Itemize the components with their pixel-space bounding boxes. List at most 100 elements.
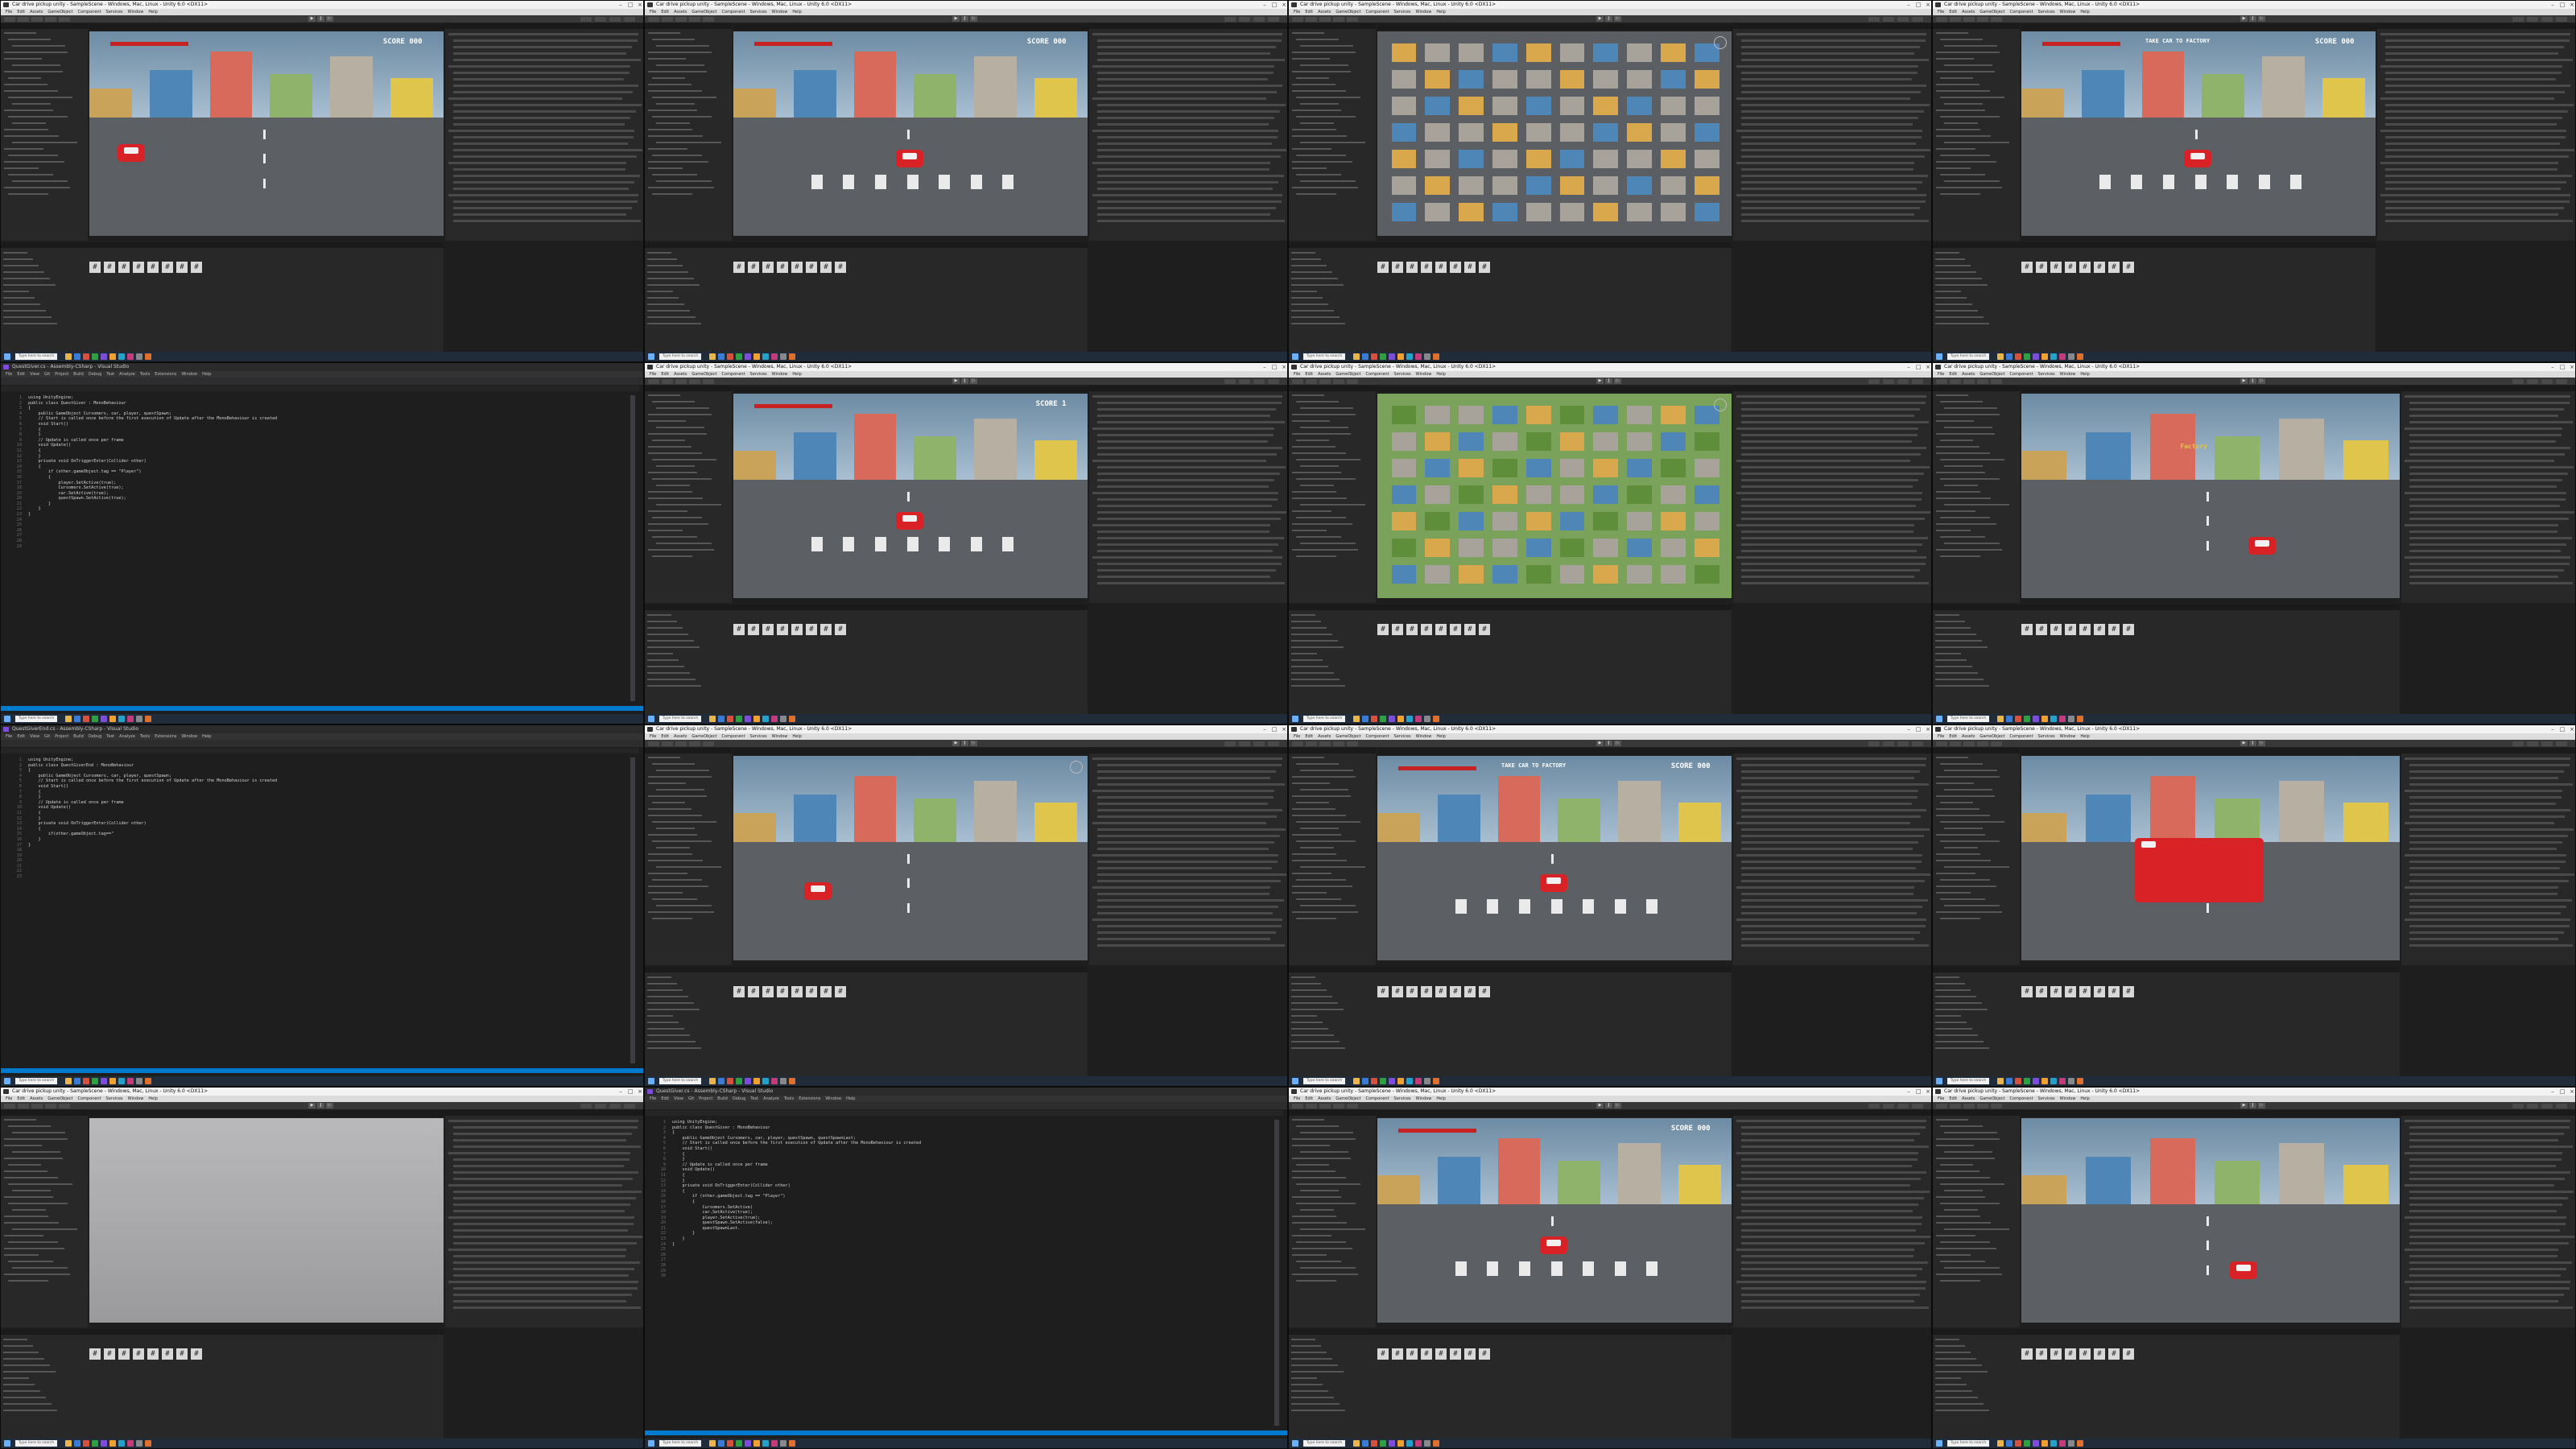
- hierarchy-item[interactable]: [1292, 834, 1341, 836]
- menu-item[interactable]: Test: [106, 734, 114, 739]
- menu-item[interactable]: Help: [2080, 1096, 2089, 1101]
- inspector-field[interactable]: [2405, 492, 2566, 494]
- inspector-field[interactable]: [1097, 796, 1274, 799]
- folder-item[interactable]: [1935, 666, 1972, 667]
- taskbar-app-icon[interactable]: [2077, 1078, 2083, 1084]
- hierarchy-item[interactable]: [1940, 1183, 2004, 1185]
- toolbar-button[interactable]: [2527, 16, 2538, 22]
- toolbar-button[interactable]: [1936, 378, 1947, 384]
- inspector-field[interactable]: [1097, 213, 1270, 216]
- inspector-field[interactable]: [2380, 97, 2554, 100]
- inspector-field[interactable]: [1741, 880, 1925, 882]
- inspector-field[interactable]: [2409, 408, 2564, 411]
- taskbar-app-icon[interactable]: [92, 1078, 98, 1084]
- inspector-field[interactable]: [2385, 78, 2556, 80]
- pause-icon[interactable]: ∥: [961, 378, 968, 384]
- inspector-field[interactable]: [1741, 582, 1929, 584]
- view-tabs[interactable]: [1377, 386, 1734, 392]
- folder-item[interactable]: [1291, 1339, 1315, 1340]
- toolbar-button[interactable]: [2527, 741, 2538, 746]
- hierarchy-item[interactable]: [1292, 52, 1356, 53]
- toolbar-button[interactable]: [2512, 1103, 2524, 1108]
- hierarchy-item[interactable]: [1936, 853, 1980, 855]
- inspector-field[interactable]: [1741, 415, 1914, 417]
- minimize-icon[interactable]: –: [1904, 363, 1913, 371]
- inspector-field[interactable]: [1741, 1146, 1929, 1148]
- hierarchy-item[interactable]: [1292, 1138, 1356, 1140]
- folder-item[interactable]: [3, 1384, 35, 1385]
- hierarchy-item[interactable]: [1944, 905, 2000, 906]
- menu-item[interactable]: File: [650, 372, 656, 377]
- taskbar-app-icon[interactable]: [2041, 716, 2048, 722]
- hierarchy-item[interactable]: [1292, 530, 1327, 531]
- inspector-field[interactable]: [1097, 485, 1269, 488]
- hierarchy-item[interactable]: [652, 763, 695, 765]
- hierarchy-item[interactable]: [1940, 1280, 1980, 1282]
- toolbar-button[interactable]: [2512, 378, 2524, 384]
- folder-item[interactable]: [1935, 1339, 1959, 1340]
- folder-item[interactable]: [3, 310, 46, 312]
- taskbar-app-icon[interactable]: [780, 353, 786, 360]
- folder-item[interactable]: [1935, 1371, 1988, 1373]
- taskbar-app-icon[interactable]: [1415, 1078, 1422, 1084]
- folder-item[interactable]: [1291, 265, 1327, 266]
- inspector-field[interactable]: [1741, 841, 1918, 844]
- taskbar-app-icon[interactable]: [1406, 716, 1413, 722]
- hierarchy-item[interactable]: [1940, 1261, 1985, 1262]
- inspector-field[interactable]: [2409, 1178, 2565, 1180]
- folder-item[interactable]: [3, 1377, 29, 1379]
- menu-item[interactable]: Analyze: [119, 734, 135, 739]
- inspector-field[interactable]: [2409, 1287, 2570, 1290]
- toolbar-button[interactable]: [662, 378, 673, 384]
- folder-item[interactable]: [647, 653, 673, 654]
- taskbar-app-icon[interactable]: [118, 353, 125, 360]
- windows-start-icon[interactable]: [648, 716, 654, 722]
- inspector-field[interactable]: [1092, 65, 1274, 68]
- folder-item[interactable]: [1935, 1041, 1984, 1042]
- folder-item[interactable]: [1935, 614, 1959, 616]
- toolbar-button[interactable]: [1224, 16, 1236, 22]
- toolbar-button[interactable]: [1333, 741, 1344, 746]
- hierarchy-item[interactable]: [1296, 1125, 1339, 1127]
- step-icon[interactable]: ▷: [2258, 741, 2265, 746]
- script-asset-icon[interactable]: #: [1450, 262, 1461, 273]
- play-icon[interactable]: ▶: [952, 741, 960, 746]
- inspector-field[interactable]: [2409, 1274, 2561, 1277]
- inspector-field[interactable]: [448, 162, 626, 164]
- menu-item[interactable]: Assets: [30, 10, 43, 14]
- inspector-field[interactable]: [1741, 1274, 1917, 1277]
- script-asset-icon[interactable]: #: [162, 262, 173, 273]
- folder-item[interactable]: [3, 278, 50, 279]
- hierarchy-item[interactable]: [1940, 77, 1973, 79]
- hierarchy-item[interactable]: [648, 148, 687, 150]
- menu-item[interactable]: Tools: [140, 734, 150, 739]
- inspector-field[interactable]: [2409, 815, 2565, 818]
- inspector-field[interactable]: [453, 117, 630, 119]
- inspector-field[interactable]: [1097, 576, 1270, 578]
- hierarchy-item[interactable]: [4, 1138, 68, 1140]
- taskbar-app-icon[interactable]: [762, 1078, 769, 1084]
- script-asset-icon[interactable]: #: [147, 262, 159, 273]
- folder-item[interactable]: [1291, 989, 1327, 991]
- hierarchy-item[interactable]: [1292, 510, 1331, 512]
- hierarchy-item[interactable]: [1300, 828, 1339, 829]
- inspector-field[interactable]: [1097, 899, 1284, 902]
- hierarchy-tab[interactable]: [1, 1110, 88, 1116]
- inspector-field[interactable]: [1741, 912, 1917, 914]
- taskbar-app-icon[interactable]: [109, 716, 116, 722]
- hierarchy-item[interactable]: [1936, 834, 1985, 836]
- hierarchy-item[interactable]: [1300, 770, 1353, 771]
- taskbar-app-icon[interactable]: [145, 716, 151, 722]
- folder-item[interactable]: [1291, 284, 1344, 286]
- inspector-field[interactable]: [1092, 524, 1270, 526]
- inspector-field[interactable]: [453, 123, 625, 126]
- toolbar-button[interactable]: [1292, 741, 1303, 746]
- toolbar-button[interactable]: [2541, 741, 2553, 746]
- hierarchy-item[interactable]: [1936, 1254, 1971, 1256]
- hierarchy-item[interactable]: [652, 97, 716, 98]
- script-asset-icon[interactable]: #: [2123, 986, 2134, 997]
- inspector-field[interactable]: [1097, 803, 1268, 805]
- menu-item[interactable]: Extensions: [155, 372, 176, 377]
- hierarchy-item[interactable]: [4, 1170, 47, 1172]
- folder-item[interactable]: [1935, 252, 1959, 254]
